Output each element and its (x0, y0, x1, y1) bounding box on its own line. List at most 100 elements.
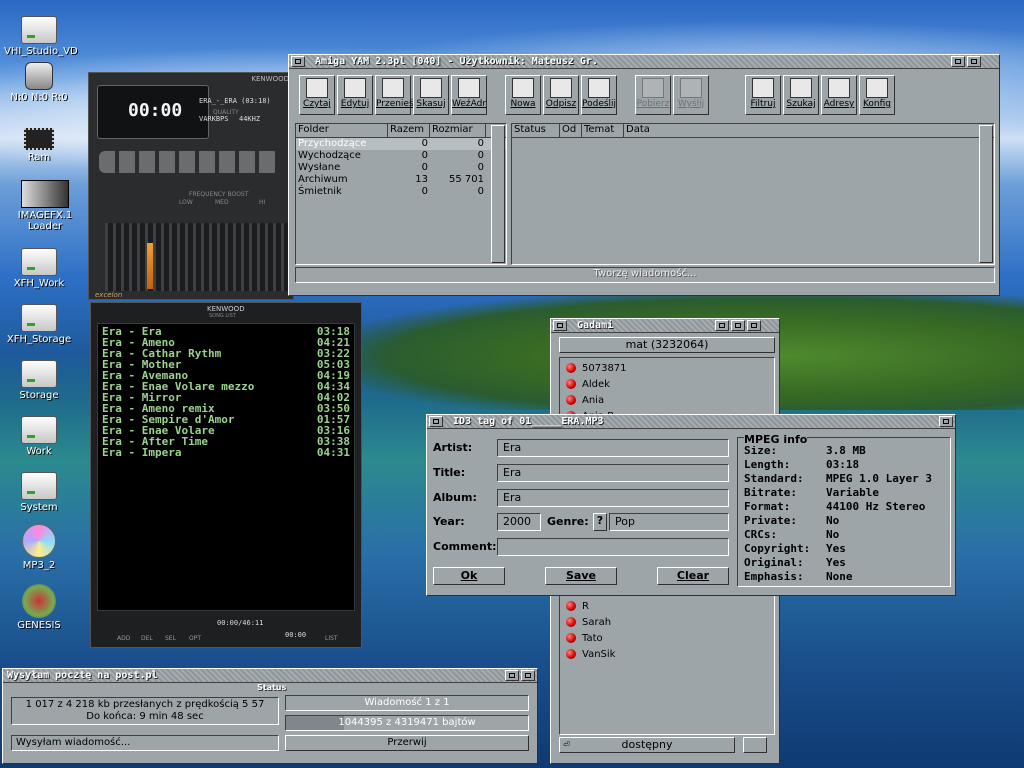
toolbar-label: Czytaj (303, 99, 331, 109)
gadami-extra-button[interactable] (743, 737, 767, 753)
folder-col-header[interactable]: Folder (296, 124, 388, 137)
size-col-header[interactable]: Rozmiar (430, 124, 486, 137)
folder-row[interactable]: Archiwum 13 55 701 (296, 174, 506, 186)
mpeg-info-key: CRCs: (744, 528, 778, 541)
playlist-list-button[interactable]: LIST (325, 635, 338, 642)
gadami-status-select[interactable]: ⏎ dostępny (559, 737, 735, 753)
desktop-icon-xfh-work[interactable]: XFH_Work (4, 248, 74, 289)
folder-row[interactable]: Śmietnik 0 0 (296, 186, 506, 198)
gadami-titlebar[interactable]: Gadami (551, 319, 779, 333)
toolbar-label: Pobierz (636, 99, 670, 109)
contact-item[interactable]: VanSik (560, 646, 774, 662)
title-field[interactable]: Era (497, 464, 729, 482)
contact-item[interactable]: R (560, 598, 774, 614)
folder-scrollbar[interactable] (491, 125, 505, 263)
close-gadget-icon[interactable] (291, 56, 305, 67)
toolbar-czytaj-button[interactable]: Czytaj (299, 75, 335, 115)
message-list[interactable]: Status Od Temat Data (511, 123, 995, 265)
contact-item[interactable]: 5073871 (560, 360, 774, 376)
toolbar-label: Konfig (862, 99, 892, 109)
genre-select-button[interactable]: ? (593, 513, 607, 531)
status-ball-icon (566, 617, 576, 627)
contact-item[interactable]: Tato (560, 630, 774, 646)
playlist-add-button[interactable]: ADD (117, 635, 130, 642)
total-col-header[interactable]: Razem (388, 124, 430, 137)
desktop-icon-work[interactable]: Work (4, 416, 74, 457)
folder-row[interactable]: Wysłane 0 0 (296, 162, 506, 174)
artist-field[interactable]: Era (497, 439, 729, 457)
folder-row[interactable]: Wychodzące 0 0 (296, 150, 506, 162)
desktop-icon-system[interactable]: System (4, 472, 74, 513)
toolbar-adresy-icon (828, 78, 850, 98)
send-state-text: Wysyłam wiadomość... (11, 735, 279, 751)
zoom-gadget-icon[interactable] (505, 670, 519, 681)
playlist-item[interactable]: Era - Impera 04:31 (98, 447, 354, 458)
toolbar-pobierz-icon (642, 78, 664, 98)
toolbar-filtruj-icon (752, 78, 774, 98)
id3-titlebar[interactable]: ID3 tag of 01_____ERA.MP3 (427, 415, 955, 429)
genre-field[interactable]: Pop (609, 513, 729, 531)
toolbar-nowa-button[interactable]: Nowa (505, 75, 541, 115)
from-col-header[interactable]: Od (560, 124, 582, 137)
playlist-list[interactable]: Era - Era 03:18 Era - Ameno 04:21 Era - Cath… (97, 323, 355, 611)
contact-item[interactable]: Ania (560, 392, 774, 408)
playlist-del-button[interactable]: DEL (141, 635, 153, 642)
mpeg-info-key: Copyright: (744, 542, 811, 555)
contact-item[interactable]: Aldek (560, 376, 774, 392)
depth-gadget-icon[interactable] (747, 320, 761, 331)
zoom-gadget-icon[interactable] (731, 320, 745, 331)
status-col-header[interactable]: Status (512, 124, 560, 137)
message-scrollbar[interactable] (979, 125, 993, 263)
close-gadget-icon[interactable] (429, 416, 443, 427)
playlist-sel-button[interactable]: SEL (165, 635, 176, 642)
toolbar-filtruj-button[interactable]: Filtruj (745, 75, 781, 115)
depth-gadget-icon[interactable] (521, 670, 535, 681)
subject-col-header[interactable]: Temat (582, 124, 624, 137)
desktop-icon-vhi-studio[interactable]: VHI_Studio_VD (4, 16, 78, 57)
player-transport-buttons[interactable] (99, 151, 279, 173)
depth-gadget-icon[interactable] (939, 416, 953, 427)
depth-gadget-icon[interactable] (967, 56, 981, 67)
toolbar-przenieś-button[interactable]: Przenieś (375, 75, 414, 115)
yam-titlebar[interactable]: Amiga YAM 2.3pl [040] - Użytkownik: Mate… (289, 55, 999, 69)
yam-status-bar: Tworzę wiadomość... (295, 267, 995, 283)
desktop-icon-mp3[interactable]: MP3_2 (4, 524, 74, 571)
desktop-icon-volume[interactable]: N:0 N:0 R:0 (4, 62, 74, 103)
desktop-icon-xfh-storage[interactable]: XFH_Storage (4, 304, 74, 345)
toolbar-wyślij-button[interactable]: Wyślij (673, 75, 709, 115)
folder-row[interactable]: Przychodzące 0 0 (296, 138, 506, 150)
close-gadget-icon[interactable] (553, 320, 567, 331)
send-titlebar[interactable]: Wysyłam pocztę na post.pl (3, 669, 537, 683)
zoom-gadget-icon[interactable] (951, 56, 965, 67)
save-button[interactable]: Save (545, 567, 617, 585)
desktop-icon-ram[interactable]: Ram (4, 128, 74, 163)
toolbar-adresy-button[interactable]: Adresy (821, 75, 857, 115)
toolbar-szukaj-button[interactable]: Szukaj (783, 75, 819, 115)
year-field[interactable]: 2000 (497, 513, 541, 531)
toolbar-skasuj-button[interactable]: Skasuj (413, 75, 449, 115)
mpeg-info-row: Size: 3.8 MB (744, 444, 950, 458)
album-field[interactable]: Era (497, 489, 729, 507)
folder-list[interactable]: Folder Razem Rozmiar Przychodzące 0 0 Wycho… (295, 123, 507, 265)
speaker-icon (25, 62, 53, 90)
desktop-icon-imagefx[interactable]: IMAGEFX.1 Loader (0, 180, 90, 232)
comment-field[interactable] (497, 538, 729, 556)
iconify-gadget-icon[interactable] (715, 320, 729, 331)
transfer-progress-text: 1 017 z 4 218 kb przesłanych z prędkości… (25, 699, 265, 710)
player-brand: KENWOOD (251, 75, 289, 83)
toolbar-edytuj-button[interactable]: Edytuj (337, 75, 373, 115)
gadami-account-button[interactable]: mat (3232064) (559, 337, 775, 353)
contact-item[interactable]: Sarah (560, 614, 774, 630)
ok-button[interactable]: Ok (433, 567, 505, 585)
toolbar-podeślij-button[interactable]: Podeślij (581, 75, 617, 115)
toolbar-konfig-button[interactable]: Konfig (859, 75, 895, 115)
desktop-icon-storage[interactable]: Storage (4, 360, 74, 401)
clear-button[interactable]: Clear (657, 567, 729, 585)
toolbar-pobierz-button[interactable]: Pobierz (635, 75, 671, 115)
playlist-opt-button[interactable]: OPT (189, 635, 201, 642)
toolbar-odpisz-button[interactable]: Odpisz (543, 75, 579, 115)
date-col-header[interactable]: Data (624, 124, 974, 137)
desktop-icon-genesis[interactable]: GENESIS (4, 584, 74, 631)
toolbar-weźadr-button[interactable]: WeźAdr (451, 75, 487, 115)
abort-button[interactable]: Przerwij (285, 735, 529, 751)
